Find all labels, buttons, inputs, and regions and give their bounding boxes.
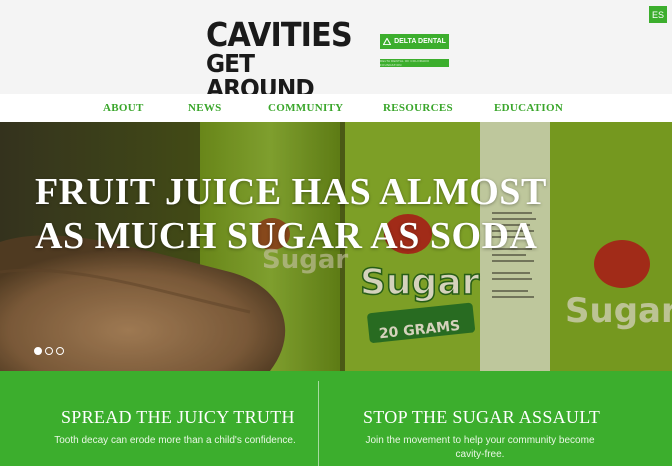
hero-carousel: Sugar 20 GRAMS Sugar Sugar FRUIT JUICE H… [0, 122, 672, 371]
site-header: CAVITIES GET AROUND DELTA DENTAL DELTA D… [0, 0, 672, 101]
promo-text-sugar-assault: Join the movement to help your community… [340, 434, 620, 462]
nav-item-resources[interactable]: RESOURCES [383, 102, 453, 114]
delta-triangle-icon [383, 38, 392, 45]
hero-headline-line-1: FRUIT JUICE HAS ALMOST [35, 171, 547, 213]
promo-title-sugar-assault[interactable]: STOP THE SUGAR ASSAULT [363, 407, 600, 428]
promo-text-sugar-assault-line-2: cavity-free. [455, 449, 505, 460]
delta-dental-badge[interactable]: DELTA DENTAL [380, 34, 449, 49]
logo-line-1: CAVITIES [206, 15, 353, 54]
language-toggle-button[interactable]: ES [649, 6, 667, 23]
carousel-indicators [34, 347, 64, 355]
nav-item-news[interactable]: NEWS [188, 102, 222, 114]
hero-headline-line-2: AS MUCH SUGAR AS SODA [35, 215, 538, 257]
hero-headline: FRUIT JUICE HAS ALMOST AS MUCH SUGAR AS … [35, 170, 595, 258]
promo-title-juicy-truth[interactable]: SPREAD THE JUICY TRUTH [61, 407, 295, 428]
delta-dental-foundation-label: DELTA DENTAL OF COLORADO FOUNDATION [380, 59, 449, 67]
nav-item-about[interactable]: ABOUT [103, 102, 144, 114]
carousel-dot-1[interactable] [34, 347, 42, 355]
nav-item-education[interactable]: EDUCATION [494, 102, 563, 114]
carousel-dot-3[interactable] [56, 347, 64, 355]
main-nav: ABOUT NEWS COMMUNITY RESOURCES EDUCATION [0, 94, 672, 122]
promo-text-juicy-truth: Tooth decay can erode more than a child'… [54, 435, 296, 446]
promo-band: SPREAD THE JUICY TRUTH Tooth decay can e… [0, 371, 672, 466]
carousel-dot-2[interactable] [45, 347, 53, 355]
nav-item-community[interactable]: COMMUNITY [268, 102, 343, 114]
delta-dental-label: DELTA DENTAL [394, 38, 446, 45]
promo-divider [318, 381, 319, 466]
promo-text-sugar-assault-line-1: Join the movement to help your community… [365, 435, 595, 446]
site-logo[interactable]: CAVITIES GET AROUND [206, 15, 360, 101]
